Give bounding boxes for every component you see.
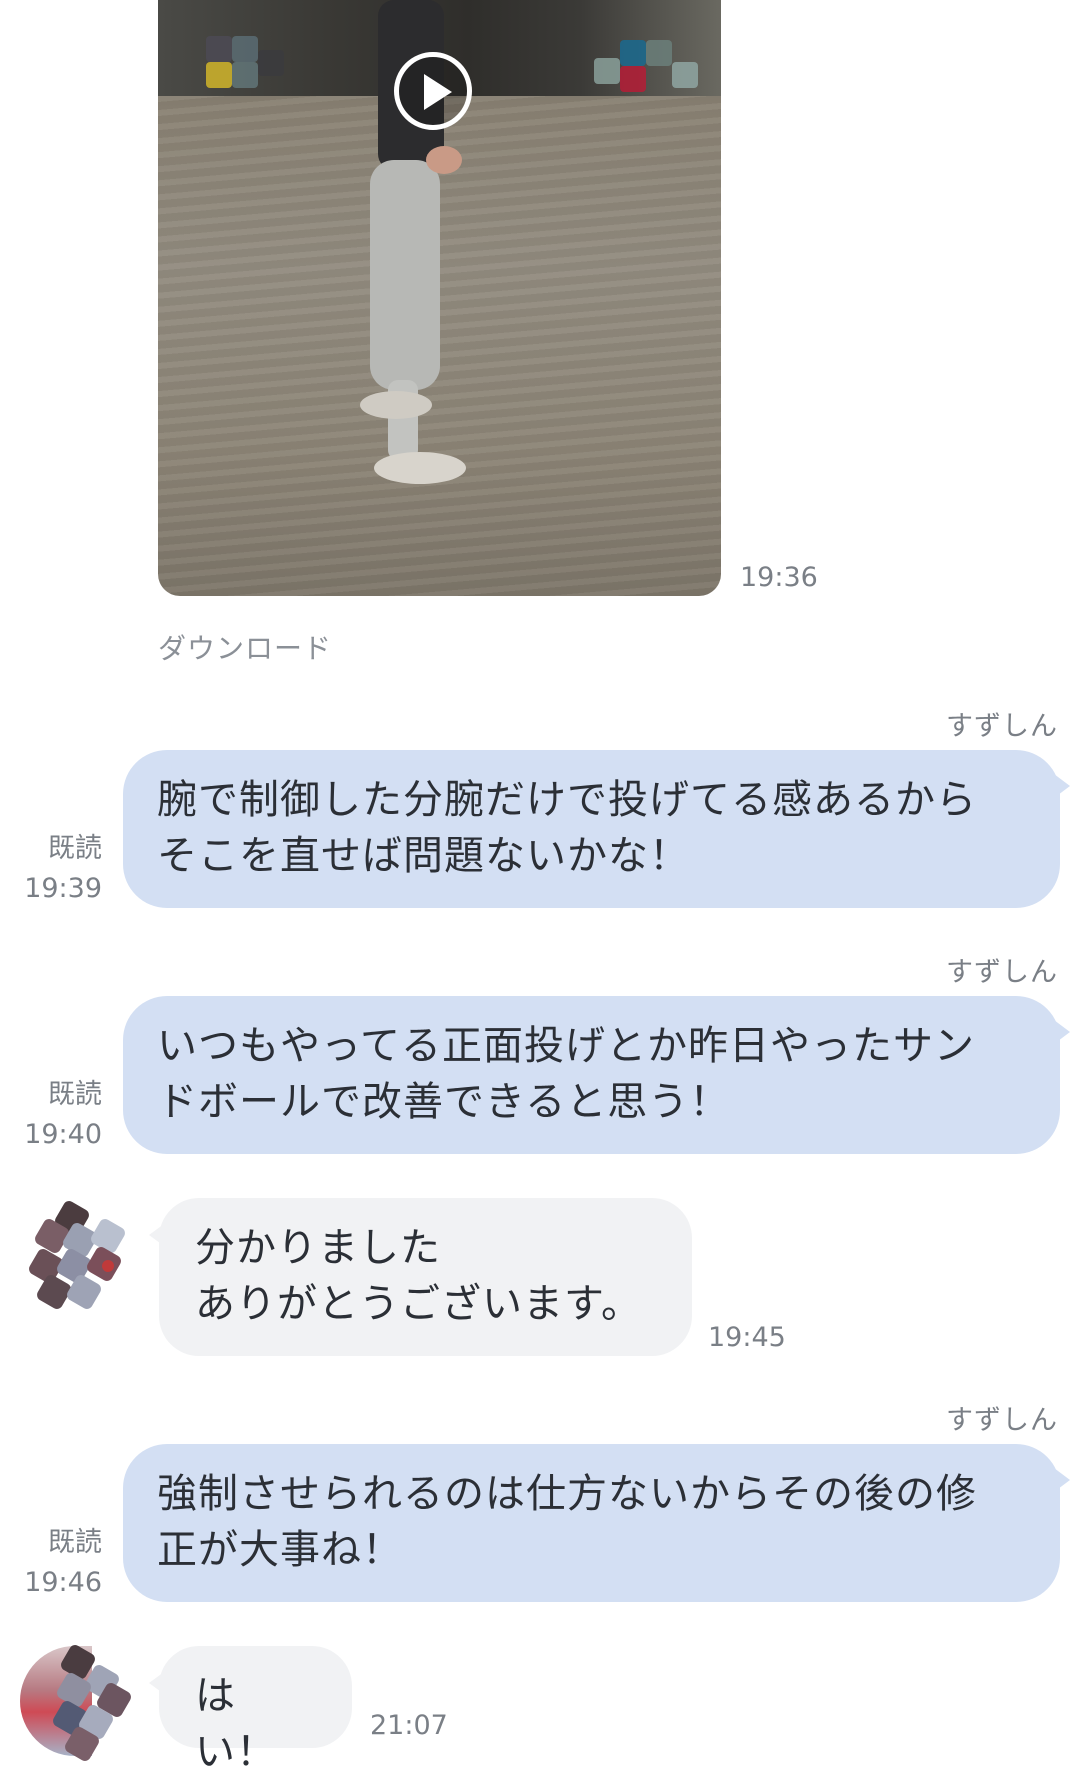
message-line: そこを直せば問題ないかな！ xyxy=(157,833,690,879)
message-line: 正が大事ね！ xyxy=(157,1527,403,1573)
bubble-tail xyxy=(1054,1020,1070,1044)
bubble-tail xyxy=(1054,1468,1070,1492)
download-link[interactable]: ダウンロード xyxy=(158,627,332,667)
play-icon xyxy=(424,74,452,110)
chat-view: 19:36 ダウンロード すずしん 既読 19:39 腕で制御した分腕だけで投げ… xyxy=(0,0,1080,1787)
sender-name: すずしん xyxy=(946,711,1058,742)
sender-name: すずしん xyxy=(946,1405,1058,1436)
message-time: 19:46 xyxy=(24,1567,102,1598)
message-line: 腕で制御した分腕だけで投げてる感あるから xyxy=(157,777,977,823)
outgoing-message-bubble[interactable]: 腕で制御した分腕だけで投げてる感あるから そこを直せば問題ないかな！ xyxy=(123,750,1070,908)
read-label: 既読 xyxy=(48,833,102,864)
message-time: 21:07 xyxy=(370,1710,448,1741)
video-thumbnail[interactable] xyxy=(158,0,721,596)
video-timestamp: 19:36 xyxy=(740,562,818,593)
message-line: いつもやってる正面投げとか昨日やったサン xyxy=(157,1023,975,1069)
blur-cell xyxy=(232,36,258,62)
bubble-tail xyxy=(1054,774,1070,798)
message-line: ドボールで改善できると思う！ xyxy=(157,1079,731,1125)
message-line: ありがとうございます。 xyxy=(195,1281,642,1327)
read-label: 既読 xyxy=(48,1079,102,1110)
blur-cell xyxy=(620,40,646,66)
blur-cell xyxy=(258,50,284,76)
outgoing-message-bubble[interactable]: いつもやってる正面投げとか昨日やったサン ドボールで改善できると思う！ xyxy=(123,996,1070,1154)
sender-name: すずしん xyxy=(946,957,1058,988)
read-receipt: 既読 19:40 xyxy=(20,1075,102,1155)
blur-cell xyxy=(232,62,258,88)
message-line: 強制させられるのは仕方ないからその後の修 xyxy=(157,1471,977,1517)
blur-cell xyxy=(672,62,698,88)
blur-cell xyxy=(206,36,232,62)
incoming-message-bubble[interactable]: はい！ xyxy=(149,1646,352,1775)
blur-cell xyxy=(594,58,620,84)
message-line: はい！ xyxy=(195,1673,277,1775)
read-receipt: 既読 19:46 xyxy=(20,1523,102,1603)
message-line: 分かりました xyxy=(195,1225,441,1271)
blur-cell xyxy=(646,40,672,66)
message-time: 19:39 xyxy=(24,873,102,904)
incoming-message-bubble[interactable]: 分かりました ありがとうございます。 xyxy=(149,1198,692,1356)
read-label: 既読 xyxy=(48,1527,102,1558)
message-time: 19:40 xyxy=(24,1119,102,1150)
bubble-tail xyxy=(149,1672,164,1694)
blur-cell xyxy=(206,62,232,88)
read-receipt: 既読 19:39 xyxy=(20,829,102,909)
play-button[interactable] xyxy=(394,52,472,130)
contact-avatar[interactable] xyxy=(20,1642,134,1764)
contact-avatar[interactable] xyxy=(18,1198,128,1312)
outgoing-message-bubble[interactable]: 強制させられるのは仕方ないからその後の修 正が大事ね！ xyxy=(123,1444,1070,1602)
bubble-tail xyxy=(149,1224,164,1246)
message-time: 19:45 xyxy=(708,1322,786,1353)
blur-cell xyxy=(620,66,646,92)
